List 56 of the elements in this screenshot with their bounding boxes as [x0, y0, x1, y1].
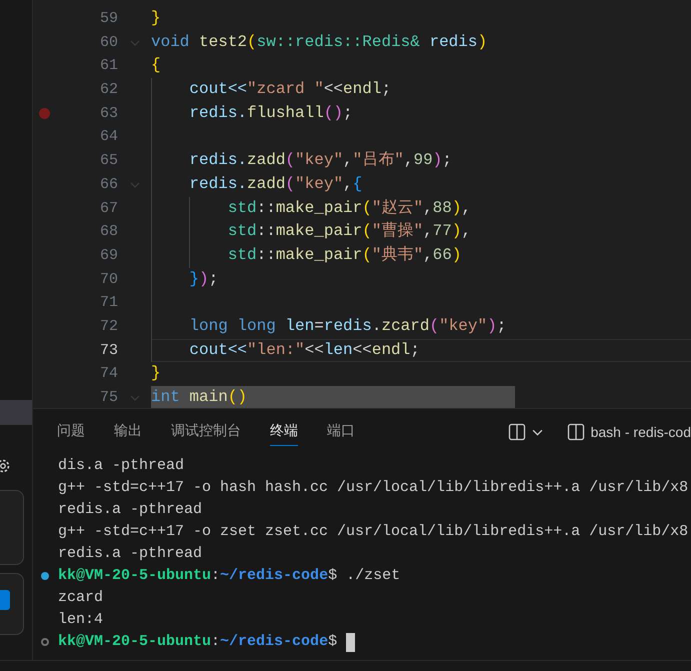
- code-line: }: [151, 363, 161, 384]
- code-line: });: [188, 268, 218, 290]
- action-button[interactable]: [0, 590, 10, 610]
- code-line: long long len=redis.zcard("key");: [188, 316, 506, 337]
- code-line: }: [151, 8, 161, 29]
- terminal-output: zcard: [58, 588, 104, 608]
- code-line: std::make_pair("曹操",77),: [226, 220, 472, 242]
- line-number: 66: [98, 174, 118, 195]
- line-number: 68: [98, 222, 118, 242]
- code-line: cout<<"zcard "<<endl;: [188, 79, 392, 100]
- line-number: 73: [98, 340, 118, 361]
- terminal-output: g++ -std=c++17 -o hash hash.cc /usr/local/lib/libredis++.a /usr/lib/x8: [58, 478, 688, 498]
- line-number: 74: [98, 364, 118, 384]
- terminal-icon[interactable]: [566, 423, 585, 441]
- code-line: {: [151, 55, 161, 76]
- line-number: 61: [98, 56, 118, 76]
- fold-chevron-icon[interactable]: [130, 394, 140, 401]
- code-line: redis.zadd("key","吕布",99);: [188, 150, 452, 172]
- line-number: 71: [98, 293, 118, 314]
- code-line: redis.zadd("key",{: [188, 174, 362, 195]
- terminal-output: redis.a -pthread: [58, 500, 202, 520]
- terminal-output: len:4: [58, 610, 104, 630]
- line-number: 60: [98, 32, 118, 53]
- panel-tab[interactable]: 端口: [327, 418, 355, 446]
- fold-chevron-icon[interactable]: [130, 40, 140, 46]
- terminal-output: dis.a -pthread: [58, 456, 184, 476]
- panel-tab[interactable]: 问题: [57, 418, 85, 446]
- line-number: 63: [98, 104, 118, 124]
- terminal-output: g++ -std=c++17 -o zset zset.cc /usr/local/lib/libredis++.a /usr/lib/x8: [58, 522, 688, 542]
- line-number: 70: [98, 270, 118, 290]
- chevron-down-icon[interactable]: [532, 428, 543, 436]
- split-terminal-icon[interactable]: [508, 423, 526, 441]
- terminal-prompt: kk@VM-20-5-ubuntu:~/redis-code$: [58, 632, 338, 652]
- line-number: 65: [98, 151, 118, 172]
- breakpoint-icon[interactable]: [39, 108, 50, 120]
- line-number: 64: [98, 127, 118, 148]
- line-number: 75: [98, 388, 118, 408]
- terminal-name[interactable]: bash - redis-cod: [590, 424, 691, 440]
- code-line: redis.flushall();: [188, 102, 353, 124]
- line-number: 62: [98, 80, 118, 100]
- line-number: 72: [98, 316, 118, 337]
- code-line: std::make_pair("赵云",88),: [226, 198, 472, 218]
- terminal-output: redis.a -pthread: [58, 544, 202, 564]
- line-number: 69: [98, 246, 118, 266]
- panel-tab[interactable]: 调试控制台: [171, 418, 241, 446]
- code-line: void test2(sw::redis::Redis& redis): [151, 32, 488, 53]
- line-number: 59: [98, 9, 118, 29]
- panel-tab[interactable]: 终端: [270, 418, 298, 446]
- code-line: int main(): [151, 387, 248, 408]
- sidebar-item[interactable]: [0, 400, 32, 425]
- line-number: 67: [98, 198, 118, 218]
- code-line: std::make_pair("典韦",66): [226, 244, 462, 266]
- fold-chevron-icon[interactable]: [130, 182, 140, 188]
- code-line: cout<<"len:"<<len<<endl;: [188, 340, 420, 361]
- panel-tab[interactable]: 输出: [114, 418, 142, 446]
- terminal-prompt: kk@VM-20-5-ubuntu:~/redis-code$ ./zset: [58, 566, 400, 586]
